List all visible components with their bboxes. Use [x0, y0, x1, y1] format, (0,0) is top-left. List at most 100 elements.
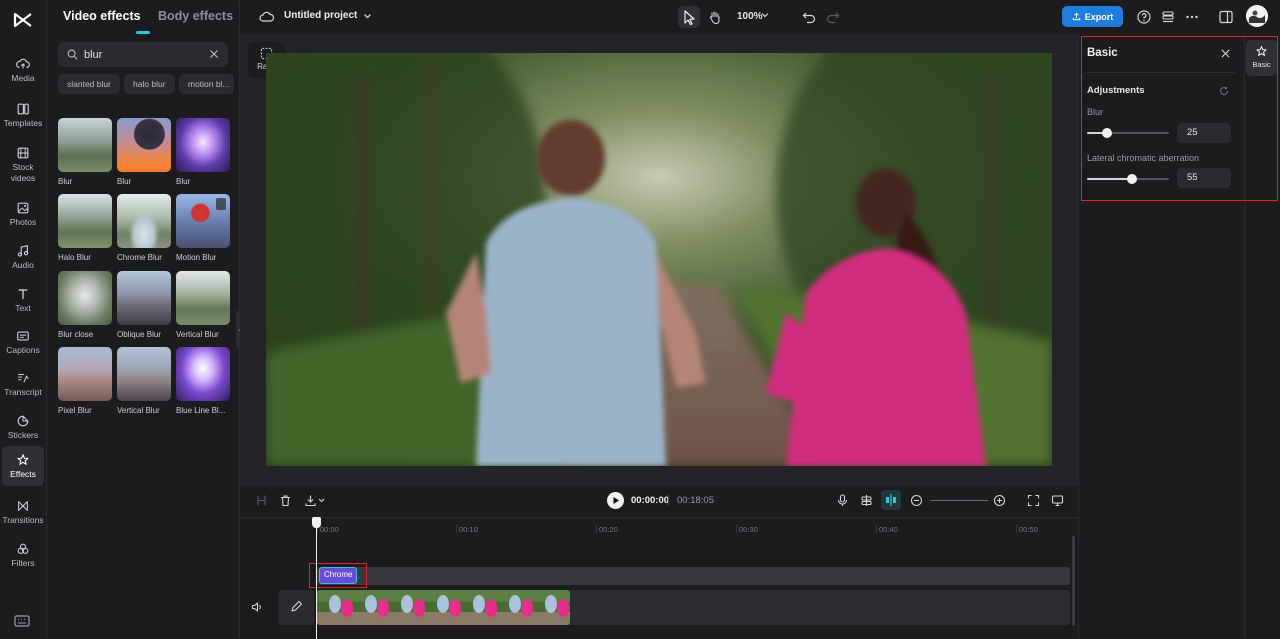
playhead-handle[interactable] [312, 517, 321, 528]
microphone-icon[interactable] [836, 494, 849, 507]
playhead-line[interactable] [316, 518, 317, 639]
effect-item[interactable]: Chrome Blur [117, 194, 171, 262]
select-tool-button[interactable] [678, 6, 700, 28]
rail-item-audio[interactable]: Audio [2, 237, 44, 277]
export-label: Export [1084, 11, 1114, 22]
total-duration: 00:18:05 [677, 495, 714, 506]
effect-label: Halo Blur [58, 253, 91, 262]
effect-item[interactable]: Pixel Blur [58, 347, 112, 415]
ruler-label: 00:10 [459, 525, 478, 534]
top-bar: Untitled project 100% Export [240, 0, 1280, 34]
volume-icon[interactable] [251, 601, 263, 613]
download-icon[interactable] [304, 494, 317, 507]
tab-body-effects[interactable]: Body effects [158, 9, 233, 23]
effect-track[interactable] [317, 567, 1070, 585]
zoom-out-icon[interactable] [910, 494, 923, 507]
rail-label-stickers: Stickers [7, 429, 39, 440]
bookmark-icon[interactable] [216, 198, 226, 210]
keyboard-icon[interactable] [14, 614, 30, 628]
rail-item-text[interactable]: Text [2, 280, 44, 320]
link-tracks-icon[interactable] [860, 494, 873, 507]
search-icon [67, 49, 78, 60]
rail-item-filters[interactable]: Filters [2, 535, 44, 575]
effect-thumbnail [176, 271, 230, 325]
avatar[interactable] [1246, 5, 1268, 27]
effect-label: Blur [176, 177, 191, 186]
undo-icon[interactable] [801, 9, 817, 25]
effect-item[interactable]: Vertical Blur [176, 271, 230, 339]
timeline-scrollbar[interactable] [1072, 536, 1075, 626]
sticker-icon [17, 415, 29, 426]
rail-item-transcript[interactable]: Transcript [2, 364, 44, 404]
redo-icon[interactable] [825, 9, 841, 25]
rail-label-transcript: Transcript [4, 386, 42, 397]
zoom-chevron-down-icon[interactable] [760, 10, 770, 20]
effect-thumbnail [117, 194, 171, 248]
clear-search-icon[interactable] [209, 49, 219, 59]
effect-item[interactable]: Vertical Blur [117, 347, 171, 415]
reset-icon[interactable] [1219, 86, 1229, 96]
chromatic-aberration-label: Lateral chromatic aberration [1087, 153, 1200, 163]
blur-value-field[interactable]: 25 [1177, 123, 1231, 143]
effect-item[interactable]: Blur [58, 118, 112, 186]
chip-motion-blur[interactable]: motion bl... [179, 74, 234, 94]
chromatic-aberration-slider-knob[interactable] [1127, 174, 1137, 184]
timeline-zoom-slider[interactable] [930, 500, 988, 501]
more-icon[interactable] [1184, 9, 1200, 25]
split-icon[interactable] [255, 494, 268, 507]
rail-item-media[interactable]: Media [2, 50, 44, 90]
rail-item-stock-videos[interactable]: Stock videos [2, 142, 44, 188]
effect-item[interactable]: Blur [176, 118, 230, 186]
ruler-label: 00:30 [739, 525, 758, 534]
video-preview[interactable] [266, 53, 1052, 466]
rail-item-photos[interactable]: Photos [2, 194, 44, 234]
project-title[interactable]: Untitled project [284, 10, 357, 21]
chromatic-aberration-slider[interactable] [1087, 174, 1169, 184]
effect-item[interactable]: Halo Blur [58, 194, 112, 262]
hand-tool-icon[interactable] [707, 9, 723, 25]
rail-label-effects: Effects [10, 468, 36, 479]
layers-icon[interactable] [1160, 9, 1176, 25]
download-chevron-down-icon[interactable] [317, 494, 326, 507]
layout-panel-icon[interactable] [1218, 9, 1234, 25]
film-icon [17, 147, 29, 159]
search-input[interactable] [84, 46, 204, 63]
effects-tabs: Video effects Body effects [47, 0, 240, 36]
chevron-down-icon[interactable] [363, 12, 372, 20]
edit-cover-button[interactable] [278, 590, 314, 625]
rail-item-captions[interactable]: Captions [2, 322, 44, 362]
snap-toggle-button[interactable] [881, 490, 901, 510]
timeline-ruler[interactable]: 00:00 00:10 00:20 00:30 00:40 00:50 [240, 517, 1078, 534]
export-button[interactable]: Export [1062, 6, 1123, 27]
rail-item-stickers[interactable]: Stickers [2, 407, 44, 447]
effect-item[interactable]: Motion Blur [176, 194, 230, 262]
video-clip[interactable] [317, 590, 570, 625]
effect-item[interactable]: Blur [117, 118, 171, 186]
rail-item-transitions[interactable]: Transitions [2, 492, 44, 532]
chip-slanted-blur[interactable]: slanted blur [58, 74, 120, 94]
effect-item[interactable]: Oblique Blur [117, 271, 171, 339]
zoom-level[interactable]: 100% [737, 11, 763, 22]
chromatic-aberration-value-field[interactable]: 55 [1177, 168, 1231, 188]
chip-halo-blur[interactable]: halo blur [124, 74, 175, 94]
monitor-icon[interactable] [1051, 494, 1064, 507]
play-button[interactable] [607, 492, 624, 509]
fit-timeline-icon[interactable] [1027, 494, 1040, 507]
rail-item-templates[interactable]: Templates [2, 95, 44, 135]
effect-clip-highlight-box [309, 563, 367, 588]
blur-slider[interactable] [1087, 128, 1169, 138]
zoom-in-icon[interactable] [993, 494, 1006, 507]
app-logo-icon[interactable] [12, 9, 34, 31]
rail-item-effects[interactable]: Effects [2, 446, 44, 486]
effect-label: Pixel Blur [58, 406, 92, 415]
help-icon[interactable] [1136, 9, 1152, 25]
blur-slider-knob[interactable] [1102, 128, 1112, 138]
pencil-icon [291, 600, 303, 612]
close-icon[interactable] [1221, 49, 1230, 58]
delete-icon[interactable] [279, 494, 292, 507]
tab-video-effects[interactable]: Video effects [63, 9, 141, 23]
effect-item[interactable]: Blur close [58, 271, 112, 339]
effect-label: Blur close [58, 330, 94, 339]
rail-label-transitions: Transitions [2, 514, 44, 525]
effect-item[interactable]: Blue Line Bl... [176, 347, 230, 415]
